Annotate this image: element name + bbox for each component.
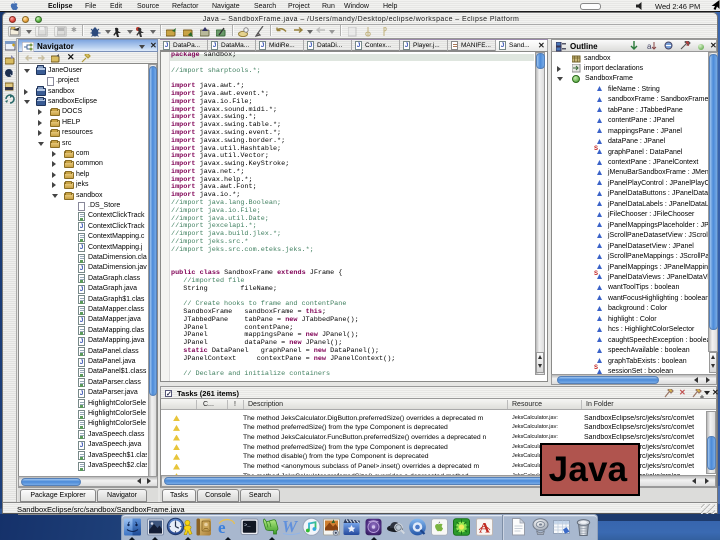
- svg-text:W: W: [282, 517, 299, 536]
- svg-text:a: a: [647, 42, 652, 51]
- svg-text:>_: >_: [244, 521, 251, 528]
- svg-text:J: J: [10, 69, 14, 78]
